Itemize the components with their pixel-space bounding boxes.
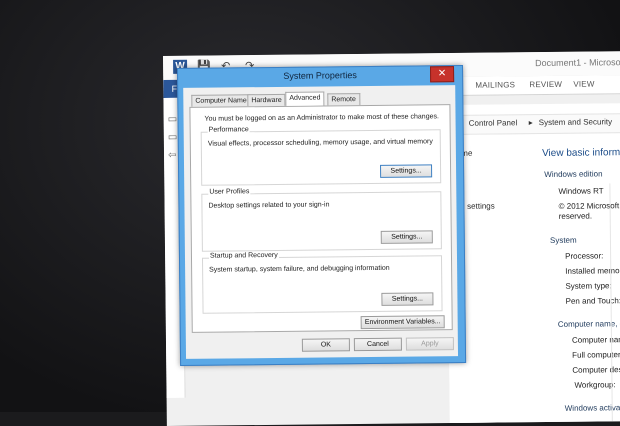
document-icon: ▭ <box>168 132 178 143</box>
field-full-computer-name: Full computer n <box>572 350 620 360</box>
performance-label: Performance <box>208 126 250 133</box>
copyright-line-2: reserved. <box>559 212 592 221</box>
startup-recovery-settings-button[interactable]: Settings... <box>381 292 433 306</box>
startup-recovery-description: System startup, system failure, and debu… <box>209 265 390 274</box>
tab-hardware[interactable]: Hardware <box>247 94 285 106</box>
user-profiles-label: User Profiles <box>208 188 250 195</box>
ok-button[interactable]: OK <box>302 338 350 352</box>
edition-value: Windows RT <box>558 186 603 195</box>
address-bar[interactable]: ▪ ▸ Control Panel ▸ System and Security <box>447 113 620 135</box>
ribbon-tab-review[interactable]: REVIEW <box>529 80 562 89</box>
user-profiles-description: Desktop settings related to your sign-in <box>208 201 329 209</box>
ribbon-tab-mailings[interactable]: MAILINGS <box>475 80 515 89</box>
user-profiles-group: User Profiles Desktop settings related t… <box>201 191 442 252</box>
ribbon-tab-view[interactable]: VIEW <box>573 79 594 88</box>
main-title: View basic informa <box>542 147 620 159</box>
performance-description: Visual effects, processor scheduling, me… <box>208 138 433 147</box>
system-heading: System <box>550 236 577 245</box>
cancel-button[interactable]: Cancel <box>354 338 402 352</box>
tab-advanced[interactable]: Advanced <box>285 91 324 105</box>
document-icon: ▭ <box>168 114 178 125</box>
word-document-title: Document1 - Microsoft W <box>535 57 620 68</box>
control-panel-window: ▪ ▸ Control Panel ▸ System and Security … <box>447 103 620 425</box>
performance-group: Performance Visual effects, processor sc… <box>201 129 442 186</box>
close-button[interactable]: ✕ <box>430 66 454 82</box>
control-panel-main: View basic informa Windows edition Windo… <box>542 133 620 424</box>
field-computer-description: Computer desc <box>572 365 620 375</box>
startup-recovery-group: Startup and Recovery System startup, sys… <box>202 255 443 314</box>
performance-settings-button[interactable]: Settings... <box>380 164 432 178</box>
field-computer-name: Computer name <box>572 335 620 345</box>
advanced-tab-page: You must be logged on as an Administrato… <box>189 104 452 333</box>
field-workgroup: Workgroup: <box>574 380 615 389</box>
copyright-line-1: © 2012 Microsoft C <box>559 201 620 211</box>
dialog-title-bar[interactable]: System Properties ✕ <box>178 66 462 87</box>
breadcrumb-separator-icon: ▸ <box>529 118 533 127</box>
admin-note: You must be logged on as an Administrato… <box>205 113 439 122</box>
field-installed-memory: Installed memory <box>565 266 620 276</box>
dialog-title: System Properties <box>178 69 462 82</box>
breadcrumb-system-security[interactable]: System and Security <box>539 117 612 127</box>
system-properties-dialog: System Properties ✕ Computer Name Hardwa… <box>177 65 466 366</box>
apply-button[interactable]: Apply <box>406 337 454 351</box>
tab-computer-name[interactable]: Computer Name <box>191 94 250 107</box>
startup-recovery-label: Startup and Recovery <box>209 252 279 260</box>
breadcrumb-control-panel[interactable]: Control Panel <box>469 118 518 128</box>
dialog-client-area: Computer Name Hardware Advanced Remote Y… <box>183 85 458 359</box>
field-system-type: System type: <box>565 281 611 290</box>
tab-remote[interactable]: Remote <box>327 93 360 105</box>
edition-heading: Windows edition <box>544 169 602 179</box>
environment-variables-button[interactable]: Environment Variables... <box>361 315 445 329</box>
field-processor: Processor: <box>565 251 603 260</box>
back-arrow-icon: ⇦ <box>168 150 177 161</box>
field-pen-touch: Pen and Touch: <box>566 296 620 306</box>
user-profiles-settings-button[interactable]: Settings... <box>381 230 433 244</box>
